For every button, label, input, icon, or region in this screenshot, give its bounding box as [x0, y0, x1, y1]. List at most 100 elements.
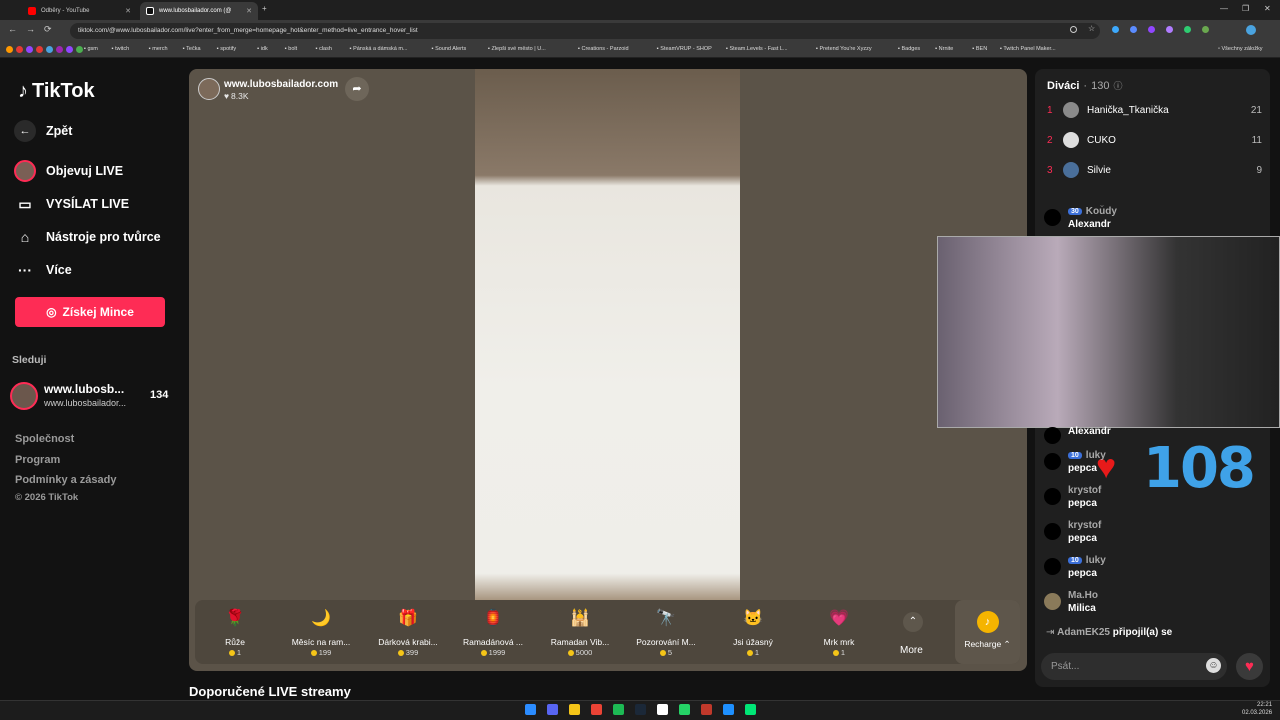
- bookmark-icon[interactable]: [66, 46, 73, 53]
- live-video[interactable]: [475, 69, 740, 600]
- nav-creator-tools[interactable]: ⌂ Nástroje pro tvůrce: [14, 226, 161, 248]
- bookmark-icon[interactable]: [46, 46, 53, 53]
- minimize-icon[interactable]: —: [1220, 4, 1228, 13]
- bookmark-item[interactable]: ▪ Sound Alerts: [432, 46, 467, 52]
- forward-arrow-icon[interactable]: →: [26, 24, 35, 34]
- gift-item[interactable]: 🏮 Ramadánová ... 1999: [453, 606, 533, 657]
- taskbar-app-icon[interactable]: [745, 704, 756, 715]
- gift-item[interactable]: 🔭 Pozorování M... 5: [626, 606, 706, 657]
- bookmark-item[interactable]: ▪ Pánská a dámská m...: [350, 46, 408, 52]
- footer-company[interactable]: Společnost: [15, 433, 74, 445]
- like-heart-button[interactable]: ♥: [1236, 653, 1263, 680]
- bookmark-item[interactable]: ▪ Zlepši své město | U...: [488, 46, 546, 52]
- nav-go-live[interactable]: ▭ VYSÍLAT LIVE: [14, 193, 129, 215]
- extension-icon[interactable]: [1202, 26, 1209, 33]
- gift-item[interactable]: 🐱 Jsi úžasný 1: [713, 606, 793, 657]
- bookmark-item[interactable]: ▪ merch: [149, 46, 168, 52]
- tab-tiktok[interactable]: www.lubosbailador.com (@ ✕: [140, 2, 258, 20]
- bookmark-item[interactable]: ▪ Twitch Panel Maker...: [1000, 46, 1056, 52]
- bookmark-item[interactable]: ▪ Tečka: [183, 46, 201, 52]
- close-window-icon[interactable]: ✕: [1264, 4, 1271, 13]
- tiktok-logo[interactable]: ♪ TikTok: [18, 80, 95, 103]
- chat-message[interactable]: 10 luky pepca: [1044, 450, 1139, 474]
- chat-message[interactable]: 10 luky pepca: [1044, 555, 1224, 579]
- gift-item[interactable]: 💗 Mrk mrk 1: [799, 606, 879, 657]
- close-tab-icon[interactable]: ✕: [246, 7, 252, 15]
- maximize-icon[interactable]: ❐: [1242, 4, 1249, 13]
- top-viewer-row[interactable]: 1 Hanička_Tkanička 21: [1047, 102, 1262, 118]
- search-icon[interactable]: [1070, 26, 1077, 33]
- url-input[interactable]: tiktok.com/@www.lubosbailador.com/live?e…: [70, 23, 1100, 39]
- info-icon[interactable]: ⓘ: [1113, 79, 1122, 92]
- bookmark-icon[interactable]: [16, 46, 23, 53]
- chat-input[interactable]: Psát...: [1041, 653, 1227, 680]
- gift-item[interactable]: 🌙 Měsíc na ram... 199: [281, 606, 361, 657]
- gift-item[interactable]: 🌹 Růže 1: [195, 606, 275, 657]
- gift-item[interactable]: 🎁 Dárková krabi... 399: [368, 606, 448, 657]
- bookmark-icon[interactable]: [36, 46, 43, 53]
- join-user[interactable]: AdamEK25: [1057, 627, 1110, 638]
- host-name[interactable]: www.lubosbailador.com: [224, 79, 338, 90]
- taskbar-app-icon[interactable]: [569, 704, 580, 715]
- following-item[interactable]: www.lubosb... www.lubosbailador... 134: [10, 380, 180, 412]
- nav-more[interactable]: ··· Více: [14, 259, 72, 281]
- chat-message[interactable]: Alexandr: [1044, 424, 1224, 444]
- top-viewer-row[interactable]: 3 Silvie 9: [1047, 162, 1262, 178]
- share-button[interactable]: ➦: [345, 77, 369, 101]
- taskbar-app-icon[interactable]: [525, 704, 536, 715]
- recharge-button[interactable]: ♪ Recharge ⌃: [955, 600, 1020, 664]
- bookmark-item[interactable]: ▪ Badges: [898, 46, 920, 52]
- taskbar-clock[interactable]: 22:21 02.03.2026: [1242, 701, 1272, 717]
- extension-icon[interactable]: [1166, 26, 1173, 33]
- bookmark-item[interactable]: ▪ bolt: [285, 46, 297, 52]
- footer-terms[interactable]: Podmínky a zásady: [15, 474, 117, 486]
- taskbar-app-icon[interactable]: [547, 704, 558, 715]
- taskbar-app-icon[interactable]: [591, 704, 602, 715]
- profile-avatar[interactable]: [1246, 25, 1256, 35]
- new-tab-icon[interactable]: +: [262, 4, 267, 13]
- gift-item[interactable]: 🕌 Ramadan Vib... 5000: [540, 606, 620, 657]
- bookmark-item[interactable]: ▪ SteamVRUP - SHOP: [657, 46, 712, 52]
- bookmark-icon[interactable]: [26, 46, 33, 53]
- taskbar-app-icon[interactable]: [701, 704, 712, 715]
- taskbar-app-icon[interactable]: [613, 704, 624, 715]
- extension-icon[interactable]: [1112, 26, 1119, 33]
- chevron-up-icon[interactable]: ⌃: [903, 612, 923, 632]
- tab-youtube[interactable]: Odběry - YouTube ✕: [22, 2, 137, 20]
- get-coins-button[interactable]: ◎ Získej Mince: [15, 297, 165, 327]
- chat-message[interactable]: krystof pepca: [1044, 520, 1224, 544]
- extension-icon[interactable]: [1148, 26, 1155, 33]
- bookmark-item[interactable]: ▪ twitch: [112, 46, 130, 52]
- all-bookmarks[interactable]: ▫ Všechny záložky: [1218, 46, 1262, 52]
- bookmark-item[interactable]: ▪ Creations - Parzoid: [578, 46, 629, 52]
- taskbar-app-icon[interactable]: [679, 704, 690, 715]
- reload-icon[interactable]: ⟳: [44, 24, 52, 35]
- bookmark-item[interactable]: ▪ clash: [316, 46, 332, 52]
- close-tab-icon[interactable]: ✕: [125, 7, 131, 15]
- extension-icon[interactable]: [1130, 26, 1137, 33]
- bookmark-icon[interactable]: [6, 46, 13, 53]
- bookmark-item[interactable]: ▪ spotify: [217, 46, 236, 52]
- top-viewer-row[interactable]: 2 CUKO 11: [1047, 132, 1262, 148]
- star-icon[interactable]: ☆: [1088, 24, 1095, 33]
- taskbar-app-icon[interactable]: [635, 704, 646, 715]
- chat-message[interactable]: Ma.Ho Milica: [1044, 590, 1224, 614]
- bookmark-item[interactable]: ▪ idk: [257, 46, 268, 52]
- host-avatar[interactable]: [198, 78, 220, 100]
- bookmark-item[interactable]: ▪ BEN: [972, 46, 987, 52]
- bookmark-item[interactable]: ▪ gsm: [84, 46, 98, 52]
- bookmark-item[interactable]: ▪ Nrnite: [935, 46, 953, 52]
- emoji-icon[interactable]: ☺: [1206, 658, 1221, 673]
- chat-message[interactable]: krystof pepca: [1044, 485, 1224, 509]
- bookmark-item[interactable]: ▪ Pretend You're Xyzzy: [816, 46, 872, 52]
- bookmark-icon[interactable]: [76, 46, 83, 53]
- taskbar-app-icon[interactable]: [723, 704, 734, 715]
- footer-program[interactable]: Program: [15, 454, 60, 466]
- back-arrow-icon[interactable]: ←: [8, 24, 17, 34]
- chat-message[interactable]: 30 Koudy Alexandr: [1044, 206, 1224, 230]
- more-gifts-button[interactable]: More: [900, 645, 923, 656]
- bookmark-item[interactable]: ▪ Steam.Levels - Fast L...: [726, 46, 788, 52]
- taskbar-app-icon[interactable]: [657, 704, 668, 715]
- bookmark-icon[interactable]: [56, 46, 63, 53]
- nav-explore-live[interactable]: Objevuj LIVE: [14, 160, 123, 182]
